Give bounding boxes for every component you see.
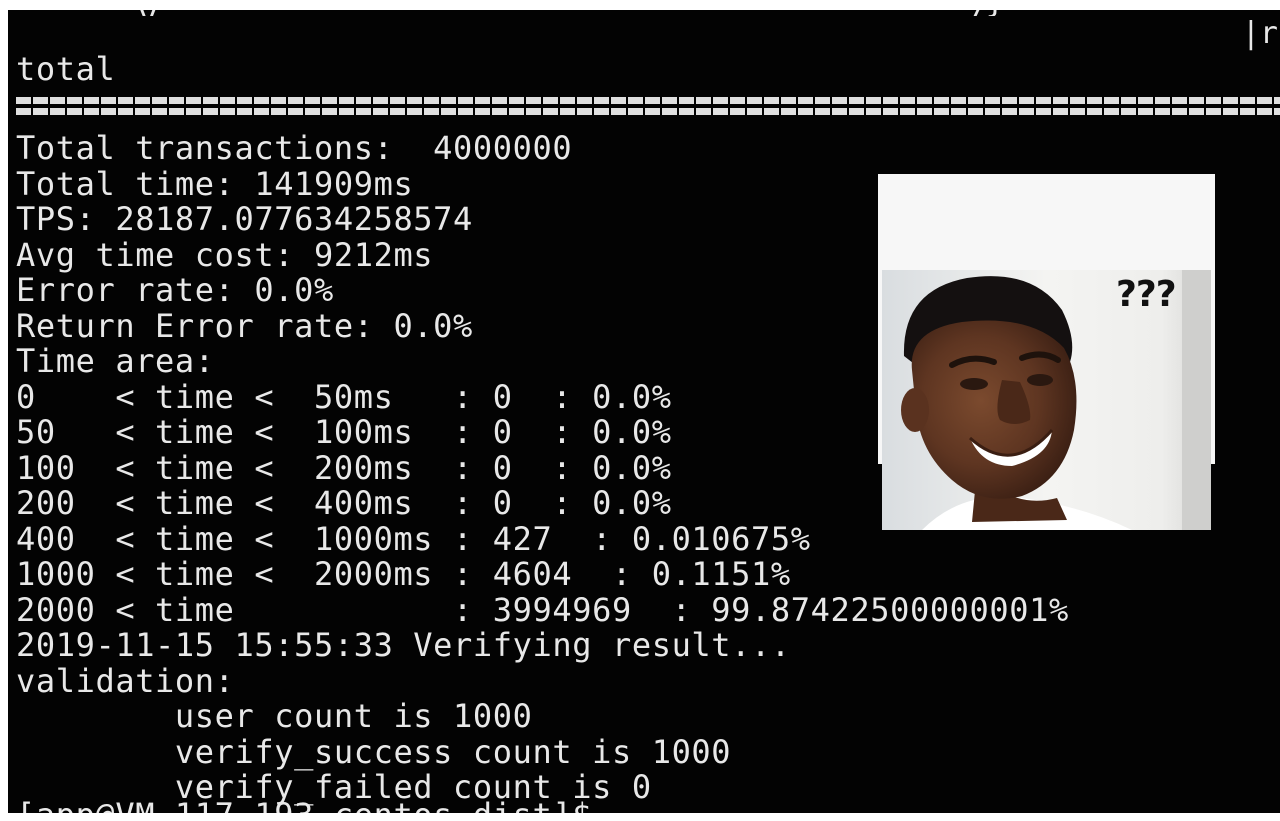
time-row: 100 < time < 200ms : 0 : 0.0% (16, 449, 672, 487)
time-row: 1000 < time < 2000ms : 4604 : 0.1151% (16, 555, 791, 593)
time-row: 400 < time < 1000ms : 427 : 0.010675% (16, 520, 811, 558)
time-area-label: Time area: (16, 342, 215, 380)
error-rate: Error rate: 0.0% (16, 271, 334, 309)
cut-off-top-line: y , /{ (8, 10, 1280, 16)
shell-prompt[interactable]: [app@VM_117_193_centos dist]$ (16, 798, 592, 814)
time-row: 200 < time < 400ms : 0 : 0.0% (16, 484, 672, 522)
verify-status-line: 2019-11-15 15:55:33 Verifying result... (16, 626, 791, 664)
total-transactions: Total transactions: 4000000 (16, 129, 573, 167)
validation-label: validation: (16, 662, 235, 700)
return-error-rate: Return Error rate: 0.0% (16, 307, 473, 345)
right-edge-text: |r (1241, 16, 1278, 51)
meme-caption: ??? (1116, 274, 1177, 315)
time-row: 0 < time < 50ms : 0 : 0.0% (16, 378, 672, 416)
avg-time-cost: Avg time cost: 9212ms (16, 236, 434, 274)
terminal-window[interactable]: y , /{ |r total Total transactions: 4000… (8, 10, 1280, 813)
tps: TPS: 28187.077634258574 (16, 200, 473, 238)
output-header: total (16, 50, 116, 88)
screenshot-frame: y , /{ |r total Total transactions: 4000… (0, 0, 1280, 821)
meme-image: ??? (878, 174, 1215, 530)
time-row: 50 < time < 100ms : 0 : 0.0% (16, 413, 672, 451)
separator-line (16, 97, 1280, 115)
confused-man-meme-photo (882, 270, 1211, 530)
total-time: Total time: 141909ms (16, 165, 414, 203)
validation-row: verify_success count is 1000 (16, 733, 732, 771)
validation-row: user count is 1000 (16, 697, 533, 735)
